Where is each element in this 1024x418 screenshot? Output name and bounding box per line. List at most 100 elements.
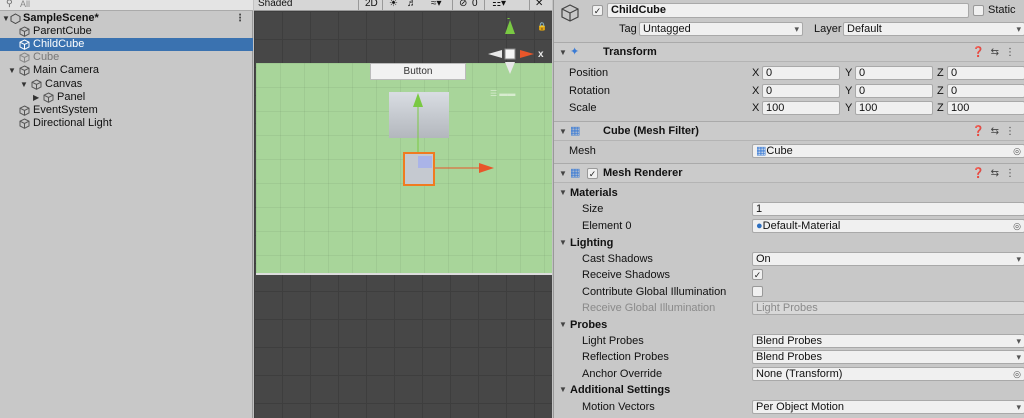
axis-z-label[interactable]: Z [937, 65, 944, 81]
rotation-x-input[interactable]: 0 [762, 84, 840, 98]
mesh-object-field[interactable]: ▦Cube [752, 144, 1024, 158]
mesh-renderer-component-header[interactable]: ▼ ▦ ✓ Mesh Renderer ❓⇆⋮ [554, 163, 1024, 183]
rotation-z-input[interactable]: 0 [947, 84, 1024, 98]
element0-object-field[interactable]: ●Default-Material [752, 219, 1024, 233]
hierarchy-item-eventsystem[interactable]: EventSystem [0, 104, 253, 117]
scene-view[interactable]: Shaded 2D ☀ ♬ ≈▾ ⊘ 0 ☷▾ ✕ Button ☰ ▬▬ y … [254, 0, 552, 418]
position-x-input[interactable]: 0 [762, 66, 840, 80]
hierarchy-item-childcube[interactable]: ChildCube [0, 38, 253, 51]
gizmo-center-cube[interactable] [504, 48, 516, 60]
receive-shadows-checkbox[interactable]: ✓ [752, 269, 763, 280]
parent-cube-object[interactable] [389, 92, 449, 138]
scene-row[interactable]: ▼ SampleScene* ⋮ [0, 12, 253, 25]
collapse-arrow-icon[interactable]: ▶ [33, 91, 43, 104]
hierarchy-item-panel[interactable]: ▶ Panel [0, 91, 253, 104]
hierarchy-item-cube[interactable]: Cube [0, 51, 253, 64]
mesh-filter-icon: ▦ [570, 125, 581, 137]
axis-x-label[interactable]: X [752, 65, 759, 81]
gizmo-neg-x-cone[interactable] [488, 50, 502, 58]
hierarchy-search[interactable]: ⚲ All [0, 0, 253, 11]
position-z-input[interactable]: 0 [947, 66, 1024, 80]
probes-foldout[interactable]: ▼ Probes [554, 317, 1024, 333]
transform-component-header[interactable]: ▼ ✦ Transform ❓⇆⋮ [554, 42, 1024, 62]
ui-button-preview[interactable]: Button [370, 63, 466, 80]
axis-y-label[interactable]: Y [845, 65, 852, 81]
lighting-toggle-icon[interactable]: ☀ [389, 0, 398, 10]
cast-shadows-value: On [756, 253, 771, 265]
hierarchy-item-parentcube[interactable]: ParentCube [0, 25, 253, 38]
hierarchy-item-main-camera[interactable]: ▼ Main Camera [0, 64, 253, 77]
axis-z-label[interactable]: Z [937, 100, 944, 116]
hierarchy-item-canvas[interactable]: ▼ Canvas [0, 78, 253, 91]
fold-arrow-icon[interactable]: ▼ [559, 185, 567, 201]
object-name-input[interactable]: ChildCube [607, 3, 969, 18]
gizmo-x-cone[interactable] [520, 50, 534, 58]
gizmo-y-cone[interactable] [505, 20, 515, 34]
active-checkbox[interactable]: ✓ [592, 5, 603, 16]
motion-vectors-dropdown[interactable]: Per Object Motion [752, 400, 1024, 414]
audio-toggle-icon[interactable]: ♬ [407, 0, 417, 10]
static-checkbox[interactable] [973, 5, 984, 16]
shading-mode-dropdown[interactable]: Shaded [258, 0, 292, 10]
gameobject-cube-icon [31, 79, 42, 90]
fold-arrow-icon[interactable]: ▼ [559, 122, 567, 141]
axis-y-label[interactable]: Y [845, 83, 852, 99]
lighting-header: Lighting [570, 237, 614, 249]
fold-arrow-icon[interactable]: ▼ [559, 317, 567, 333]
scale-z-input[interactable]: 100 [947, 101, 1024, 115]
axis-y-label[interactable]: Y [845, 100, 852, 116]
hidden-objects-icon[interactable]: ⊘ [459, 0, 467, 10]
reflection-probes-dropdown[interactable]: Blend Probes [752, 350, 1024, 364]
position-y-input[interactable]: 0 [855, 66, 933, 80]
fold-arrow-icon[interactable]: ▼ [559, 235, 567, 251]
anchor-override-field[interactable]: None (Transform) [752, 367, 1024, 381]
scale-y-input[interactable]: 100 [855, 101, 933, 115]
component-menu-icons[interactable]: ❓⇆⋮ [972, 164, 1021, 183]
axis-z-label[interactable]: Z [937, 83, 944, 99]
component-menu-icons[interactable]: ❓⇆⋮ [972, 43, 1021, 62]
additional-settings-foldout[interactable]: ▼ Additional Settings [554, 382, 1024, 398]
component-menu-icons[interactable]: ❓⇆⋮ [972, 122, 1021, 141]
materials-foldout[interactable]: ▼ Materials [554, 185, 1024, 201]
receive-gi-row: Receive Global Illumination Light Probes [554, 300, 1024, 316]
layer-dropdown[interactable]: Default [843, 22, 1024, 36]
mesh-row: Mesh ▦Cube [554, 143, 1024, 159]
axis-x-label[interactable]: X [752, 100, 759, 116]
child-cube-object[interactable] [403, 152, 435, 186]
motion-vectors-label: Motion Vectors [582, 401, 655, 413]
expand-arrow-icon[interactable]: ▼ [20, 78, 30, 91]
hierarchy-item-directional-light[interactable]: Directional Light [0, 117, 253, 130]
lock-icon[interactable]: 🔒 [537, 22, 547, 31]
contribute-gi-checkbox[interactable] [752, 286, 763, 297]
rotation-y-input[interactable]: 0 [855, 84, 933, 98]
camera-settings-icon[interactable]: ☷▾ [492, 0, 506, 10]
fold-arrow-icon[interactable]: ▼ [559, 164, 567, 183]
fold-arrow-icon[interactable]: ▼ [559, 382, 567, 398]
hierarchy-item-label: ChildCube [33, 38, 85, 50]
anchor-override-row: Anchor Override None (Transform) [554, 366, 1024, 382]
effects-dropdown-icon[interactable]: ≈▾ [431, 0, 442, 10]
toggle-2d-button[interactable]: 2D [365, 0, 378, 10]
size-input[interactable]: 1 [752, 202, 1024, 216]
scene-menu-icon[interactable]: ⋮ [235, 12, 245, 25]
scale-x-input[interactable]: 100 [762, 101, 840, 115]
cast-shadows-dropdown[interactable]: On [752, 252, 1024, 266]
hierarchy-item-label: Canvas [45, 78, 83, 90]
mesh-renderer-enabled-checkbox[interactable]: ✓ [587, 168, 598, 179]
size-row: Size 1 [554, 201, 1024, 217]
expand-arrow-icon[interactable]: ▼ [8, 64, 18, 77]
contribute-gi-label: Contribute Global Illumination [582, 286, 727, 298]
materials-header: Materials [570, 187, 618, 199]
hierarchy-item-label: Directional Light [33, 117, 112, 129]
scene-toolbar: Shaded 2D ☀ ♬ ≈▾ ⊘ 0 ☷▾ ✕ [254, 0, 552, 11]
mesh-filter-component-header[interactable]: ▼ ▦ Cube (Mesh Filter) ❓⇆⋮ [554, 121, 1024, 141]
gizmos-icon[interactable]: ✕ [535, 0, 543, 10]
gizmo-neg-y-cone[interactable] [505, 62, 515, 74]
lighting-foldout[interactable]: ▼ Lighting [554, 235, 1024, 251]
fold-arrow-icon[interactable]: ▼ [559, 43, 567, 62]
tag-dropdown[interactable]: Untagged [639, 22, 803, 36]
light-probes-dropdown[interactable]: Blend Probes [752, 334, 1024, 348]
axis-x-label[interactable]: X [752, 83, 759, 99]
probes-header: Probes [570, 319, 608, 331]
mesh-renderer-title: Mesh Renderer [603, 167, 683, 179]
